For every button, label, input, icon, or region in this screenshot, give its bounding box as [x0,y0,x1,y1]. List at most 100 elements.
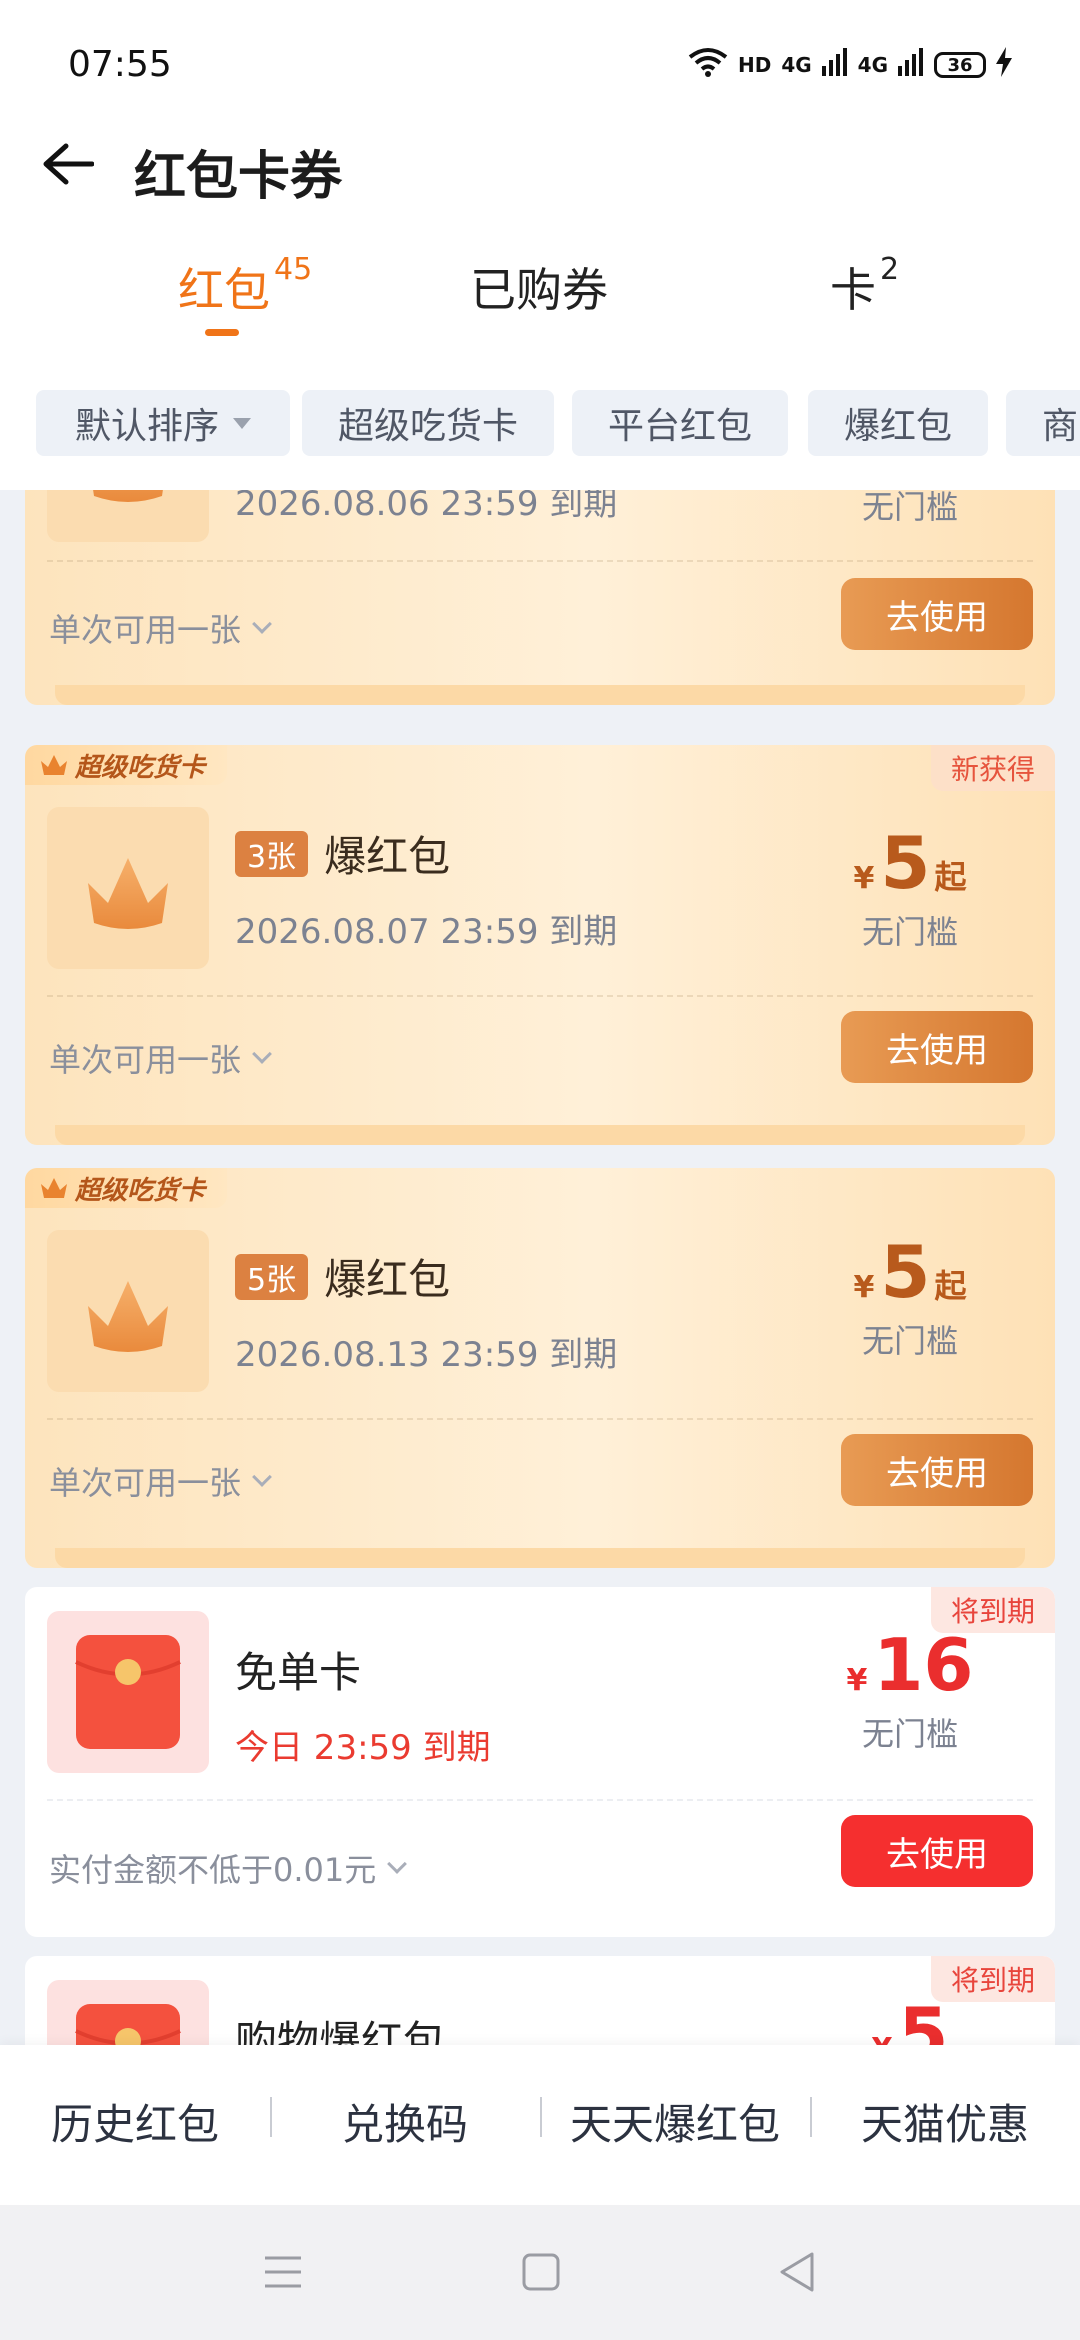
tab-label: 卡 [830,263,876,317]
usage-rule-toggle[interactable]: 单次可用一张 [49,1035,272,1081]
expiry-text: 今日 23:59 到期 [235,1728,491,1768]
chevron-down-icon [252,1044,272,1064]
coupon-info: 免单卡 今日 23:59 到期 [235,1639,491,1769]
expiry-text: 2026.08.13 23:59 到期 [235,1335,618,1375]
crown-icon [41,1178,67,1198]
coupon-price: ¥ 5 起 无门槛 [835,1234,985,1362]
coupon-card: 2026.08.06 23:59 到期 无门槛 单次可用一张 去使用 [25,490,1055,705]
price-amount: 5 [898,1992,949,2045]
chip-label: 平台红包 [607,406,752,447]
coupon-name: 爆红包 [324,832,451,881]
recent-apps-button[interactable] [248,2237,318,2307]
system-back-button[interactable] [762,2237,832,2307]
count-badge: 3张 [235,830,309,877]
system-navigation-bar [0,2205,1080,2340]
filter-sort-dropdown[interactable]: 默认排序 [36,390,290,456]
expiry-text: 2026.08.07 23:59 到期 [235,912,618,952]
coupon-info: 2026.08.06 23:59 到期 [235,490,617,525]
menu-icon [265,2256,301,2288]
usage-rule-toggle[interactable]: 单次可用一张 [49,1458,272,1504]
tab-hongbao[interactable]: 红包 45 [178,240,312,340]
card-divider [47,1799,1033,1801]
tab-cards[interactable]: 卡 2 [830,240,899,340]
chevron-down-icon [387,1854,408,1874]
home-button[interactable] [506,2237,576,2307]
crown-thumbnail [47,490,209,542]
crown-icon [41,755,67,775]
coupon-info: 购物爆红包 [235,2008,445,2045]
price-line: ¥ 5 起 [835,825,985,901]
history-hongbao-link[interactable]: 历史红包 [0,2085,270,2157]
price-line: ¥ 16 [835,1627,985,1703]
usage-rule-text: 单次可用一张 [49,1041,242,1079]
status-time: 07:55 [68,44,172,85]
caret-down-icon [233,417,251,429]
filter-bar: 默认排序 超级吃货卡 平台红包 爆红包 商 [0,365,1080,490]
title-bar: 红包卡券 [0,120,1080,210]
currency-symbol: ¥ [853,861,875,896]
back-triangle-icon [780,2252,814,2292]
currency-symbol: ¥ [872,2032,893,2045]
red-envelope-thumbnail [47,1611,209,1773]
filter-chip-super-foodie-card[interactable]: 超级吃货卡 [302,390,554,456]
card-divider [47,1418,1033,1420]
signal-1-icon [821,47,848,83]
page-title: 红包卡券 [134,147,343,207]
crown-icon [88,858,168,929]
use-button[interactable]: 去使用 [841,1434,1033,1506]
coupon-card: 超级吃货卡 新获得 3张 爆红包 2026.08.07 23:59 到期 ¥ 5… [25,745,1055,1145]
usage-rule-text: 实付金额不低于0.01元 [49,1851,377,1889]
coupon-info: 3张 爆红包 2026.08.07 23:59 到期 [235,823,617,953]
active-tab-indicator [205,329,239,336]
status-icons: HD 4G 4G 36 [688,42,1012,88]
wifi-icon [688,47,728,84]
tab-purchased-coupons[interactable]: 已购券 [470,240,608,340]
price-amount: 16 [873,1623,974,1707]
tag-label: 超级吃货卡 [75,752,206,783]
tab-bar: 红包 45 已购券 卡 2 [0,240,1080,350]
charging-icon [996,46,1012,84]
filter-chip-more[interactable]: 商 [1006,390,1080,456]
crown-thumbnail [47,807,209,969]
price-amount: 5 [880,821,931,905]
coupon-info: 5张 爆红包 2026.08.13 23:59 到期 [235,1246,617,1376]
use-button[interactable]: 去使用 [841,1815,1033,1887]
expiry-text: 2026.08.06 23:59 到期 [235,490,618,524]
count-badge: 5张 [235,1253,309,1300]
card-divider [47,560,1033,562]
tmall-offers-link[interactable]: 天猫优惠 [810,2085,1080,2157]
coupon-name-row: 3张 爆红包 [235,823,617,884]
price-line: ¥ 5 起 [835,1234,985,1310]
filter-chip-bao-hongbao[interactable]: 爆红包 [808,390,988,456]
use-button[interactable]: 去使用 [841,1011,1033,1083]
crown-icon [88,1281,168,1352]
card-divider [47,995,1033,997]
use-button[interactable]: 去使用 [841,578,1033,650]
usage-rule-text: 单次可用一张 [49,611,242,649]
coupon-list[interactable]: 2026.08.06 23:59 到期 无门槛 单次可用一张 去使用 超级吃货卡… [0,490,1080,2045]
usage-rule-toggle[interactable]: 实付金额不低于0.01元 [49,1845,408,1891]
back-button[interactable] [36,132,100,196]
chevron-down-icon [252,1467,272,1487]
tab-count: 2 [880,252,900,287]
chevron-down-icon [252,614,272,634]
daily-bao-hongbao-link[interactable]: 天天爆红包 [540,2085,810,2157]
currency-symbol: ¥ [846,1663,868,1698]
threshold-text: 无门槛 [861,1715,958,1753]
filter-chip-platform-hongbao[interactable]: 平台红包 [572,390,788,456]
redeem-code-link[interactable]: 兑换码 [270,2085,540,2157]
threshold-text: 无门槛 [861,913,958,951]
super-foodie-tag: 超级吃货卡 [25,1168,227,1208]
coupon-price: ¥ 16 无门槛 [835,1627,985,1755]
red-envelope-thumbnail [47,1980,209,2045]
usage-rule-toggle[interactable]: 单次可用一张 [49,605,272,651]
price-suffix: 起 [934,858,967,896]
coupon-price: 无门槛 [835,490,985,528]
bottom-link-bar: 历史红包 兑换码 天天爆红包 天猫优惠 [0,2045,1080,2205]
status-bar: 07:55 HD 4G 4G 36 [0,0,1080,130]
new-badge: 新获得 [930,745,1055,791]
home-square-icon [522,2253,560,2291]
coupon-name-row: 5张 爆红包 [235,1246,617,1307]
price-amount: 5 [880,1230,931,1314]
coupon-name: 爆红包 [324,1255,451,1304]
